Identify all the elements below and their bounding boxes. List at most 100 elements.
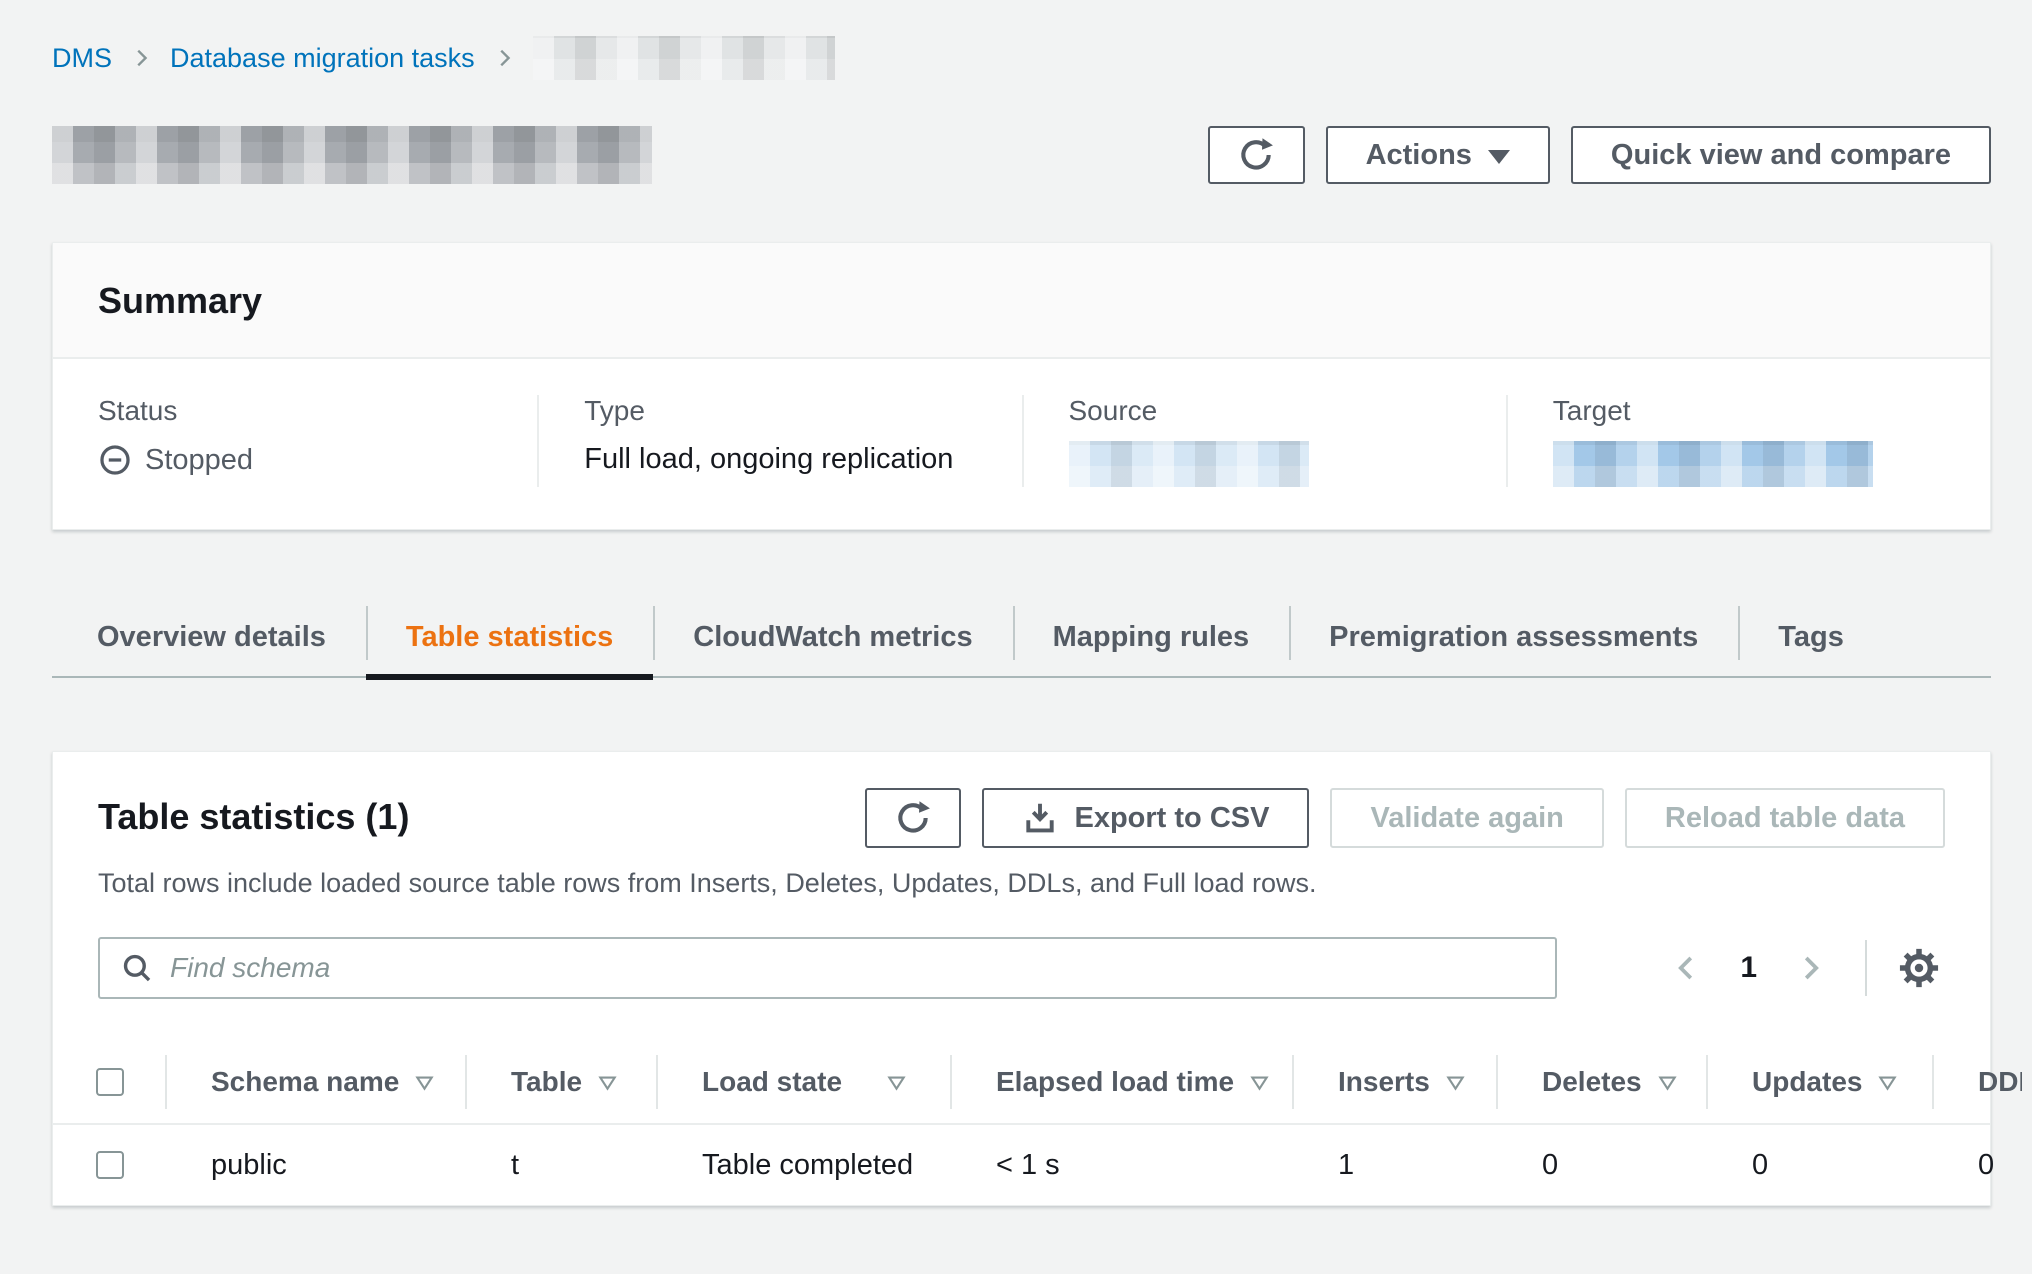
table-statistics-toolbar: Export to CSV Validate again Reload tabl…: [865, 788, 1945, 848]
table-filter-row: 1: [53, 937, 1990, 999]
column-header-label: Table: [511, 1066, 582, 1098]
target-value-redacted: [1553, 441, 1873, 487]
sort-icon: [1430, 1071, 1467, 1094]
column-header-load-state[interactable]: Load state: [658, 1041, 952, 1123]
chevron-right-icon: [493, 47, 515, 69]
schema-search-input[interactable]: [170, 952, 1535, 984]
cell-table: t: [467, 1125, 658, 1205]
column-header-elapsed-load-time[interactable]: Elapsed load time: [952, 1041, 1294, 1123]
sort-icon: [582, 1071, 619, 1094]
dms-task-page: DMS Database migration tasks Actions Qui…: [0, 0, 2032, 1274]
breadcrumb-link-migration-tasks[interactable]: Database migration tasks: [170, 43, 475, 74]
actions-button[interactable]: Actions: [1326, 126, 1550, 184]
column-header-label: Updates: [1752, 1066, 1862, 1098]
cell-inserts: 1: [1294, 1125, 1498, 1205]
column-header-label: Deletes: [1542, 1066, 1642, 1098]
pagination-prev-button[interactable]: [1662, 953, 1712, 983]
select-all-cell: [53, 1041, 167, 1123]
task-detail-tabs: Overview details Table statistics CloudW…: [52, 598, 1991, 678]
table-statistics-header: Table statistics (1) Export to CSV Valid…: [53, 788, 1990, 848]
column-header-label: Schema name: [211, 1066, 399, 1098]
summary-card-header: Summary: [53, 243, 1990, 359]
column-header-label: DDLs: [1978, 1066, 2022, 1098]
table-statistics-description: Total rows include loaded source table r…: [53, 868, 1990, 899]
summary-card: Summary Status Stopped Type Full load, o…: [52, 242, 1991, 530]
row-checkbox[interactable]: [96, 1151, 124, 1179]
tab-table-statistics[interactable]: Table statistics: [366, 598, 653, 676]
pagination-divider: [1865, 940, 1867, 996]
column-header-table[interactable]: Table: [467, 1041, 658, 1123]
status-label: Status: [98, 395, 507, 427]
source-label: Source: [1069, 395, 1476, 427]
sort-icon: [1862, 1071, 1899, 1094]
select-all-checkbox[interactable]: [96, 1068, 124, 1096]
type-value: Full load, ongoing replication: [584, 443, 991, 476]
pagination-next-button[interactable]: [1785, 953, 1835, 983]
sort-icon: [1234, 1071, 1271, 1094]
caret-down-icon: [1488, 150, 1510, 164]
cell-schema-name: public: [167, 1125, 467, 1205]
summary-field-type: Type Full load, ongoing replication: [537, 395, 1021, 487]
column-header-schema-name[interactable]: Schema name: [167, 1041, 467, 1123]
chevron-right-icon: [130, 47, 152, 69]
status-text: Stopped: [145, 444, 253, 477]
cell-updates: 0: [1708, 1125, 1934, 1205]
summary-field-status: Status Stopped: [53, 395, 537, 487]
sort-icon: [1642, 1071, 1679, 1094]
summary-title: Summary: [98, 280, 1945, 322]
refresh-icon: [1237, 136, 1275, 174]
refresh-button[interactable]: [1208, 126, 1305, 184]
pagination: 1: [1662, 940, 1945, 996]
tab-overview-details[interactable]: Overview details: [52, 598, 366, 676]
export-to-csv-label: Export to CSV: [1074, 802, 1269, 835]
export-to-csv-button[interactable]: Export to CSV: [982, 788, 1309, 848]
column-header-ddls[interactable]: DDLs: [1934, 1041, 2022, 1123]
type-label: Type: [584, 395, 991, 427]
validate-again-button[interactable]: Validate again: [1330, 788, 1603, 848]
column-header-deletes[interactable]: Deletes: [1498, 1041, 1708, 1123]
gear-icon: [1897, 946, 1941, 990]
tab-tags[interactable]: Tags: [1738, 598, 1884, 676]
cell-ddls: 0: [1934, 1125, 2022, 1205]
summary-field-source: Source: [1022, 395, 1506, 487]
cell-deletes: 0: [1498, 1125, 1708, 1205]
table-statistics-table: Schema name Table Load state Elapsed loa…: [53, 1041, 1990, 1205]
column-header-inserts[interactable]: Inserts: [1294, 1041, 1498, 1123]
target-label: Target: [1553, 395, 1960, 427]
breadcrumb-link-dms[interactable]: DMS: [52, 43, 112, 74]
reload-table-data-button[interactable]: Reload table data: [1625, 788, 1945, 848]
refresh-icon: [894, 799, 932, 837]
breadcrumb: DMS Database migration tasks: [52, 36, 1991, 80]
chevron-left-icon: [1672, 953, 1702, 983]
reload-table-data-label: Reload table data: [1665, 802, 1905, 835]
table-row[interactable]: public t Table completed < 1 s 1 0 0 0: [53, 1125, 1990, 1205]
page-header-actions: Actions Quick view and compare: [1208, 126, 1991, 184]
table-header-row: Schema name Table Load state Elapsed loa…: [53, 1041, 1990, 1125]
schema-search-box: [98, 937, 1557, 999]
validate-again-label: Validate again: [1370, 802, 1563, 835]
page-header: Actions Quick view and compare: [52, 126, 1991, 184]
breadcrumb-current-redacted: [533, 36, 835, 80]
status-value: Stopped: [98, 443, 507, 477]
tab-cloudwatch-metrics[interactable]: CloudWatch metrics: [653, 598, 1012, 676]
table-statistics-card: Table statistics (1) Export to CSV Valid…: [52, 751, 1991, 1206]
page-title-redacted: [52, 126, 652, 184]
quick-view-compare-label: Quick view and compare: [1611, 139, 1951, 172]
row-select-cell: [53, 1125, 167, 1205]
table-statistics-title: Table statistics (1): [98, 788, 409, 838]
actions-button-label: Actions: [1366, 139, 1472, 172]
column-header-updates[interactable]: Updates: [1708, 1041, 1934, 1123]
pagination-page-number: 1: [1740, 951, 1757, 985]
source-value-redacted: [1069, 441, 1309, 487]
tab-mapping-rules[interactable]: Mapping rules: [1013, 598, 1290, 676]
table-refresh-button[interactable]: [865, 788, 961, 848]
table-settings-button[interactable]: [1893, 942, 1945, 994]
summary-field-target: Target: [1506, 395, 1990, 487]
summary-fields: Status Stopped Type Full load, ongoing r…: [53, 359, 1990, 529]
sort-icon: [399, 1071, 436, 1094]
search-icon: [120, 951, 154, 985]
quick-view-compare-button[interactable]: Quick view and compare: [1571, 126, 1991, 184]
tab-premigration-assessments[interactable]: Premigration assessments: [1289, 598, 1738, 676]
circle-minus-stopped-icon: [98, 443, 132, 477]
cell-load-state: Table completed: [658, 1125, 952, 1205]
